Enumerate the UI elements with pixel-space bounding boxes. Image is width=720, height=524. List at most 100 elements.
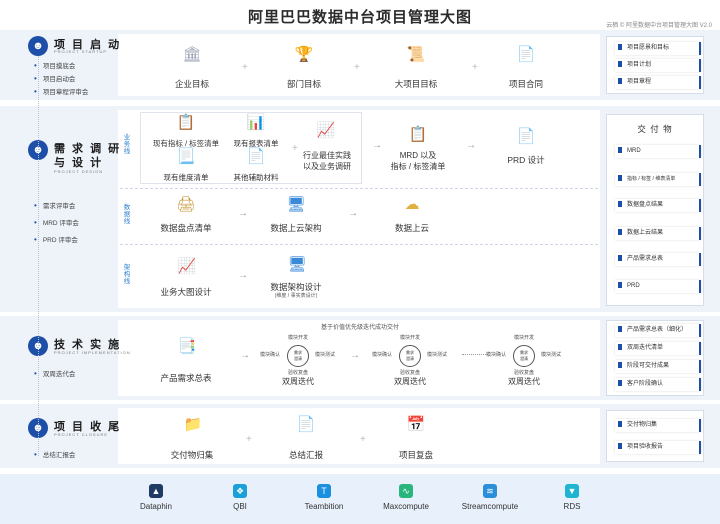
cycle-test: 模块测试 bbox=[426, 352, 447, 358]
tool-qbi: ❖ QBI bbox=[200, 484, 280, 511]
document-cursor-icon: 📄 bbox=[516, 128, 536, 145]
output-item: 客户阶段确认 bbox=[615, 378, 701, 391]
data-cloud-architecture: 数据上云架构 bbox=[270, 223, 322, 233]
tool-label: Streamcompute bbox=[461, 502, 519, 511]
output-item: 项目计划 bbox=[615, 59, 701, 72]
lane-tag-business: 业务线 bbox=[123, 134, 131, 155]
tool-maxcompute: ∿ Maxcompute bbox=[366, 484, 446, 511]
cycle-dev: 模块开发 bbox=[399, 335, 420, 341]
requirement-clarify-node: 需求 澄清 bbox=[287, 345, 309, 367]
printer-icon: 🖨 bbox=[176, 196, 196, 213]
cycle-confirm: 模块确认 bbox=[371, 352, 392, 358]
phase-impl-bullet: 双周迭代会 bbox=[34, 368, 76, 378]
bank-icon: 🏛 bbox=[182, 46, 202, 63]
cycle-dev: 模块开发 bbox=[287, 335, 308, 341]
output-item: MRD bbox=[615, 145, 701, 158]
output-item: 阶段可交付成果 bbox=[615, 360, 701, 373]
phase-design-bullet: MRD 评审会 bbox=[34, 217, 79, 227]
prd-design: PRD 设计 bbox=[507, 155, 545, 165]
phase-start-bullet: 项目章程评审会 bbox=[34, 86, 89, 96]
output-item: 项目愿景和目标 bbox=[615, 42, 701, 55]
cycle-dev: 模块开发 bbox=[513, 335, 534, 341]
project-retrospective: 项目复盘 bbox=[398, 450, 433, 460]
pie-chart-icon: 📊 bbox=[246, 114, 266, 131]
phase-design-title-2: 与 设 计 bbox=[54, 157, 104, 169]
cloud-icon: ☁ bbox=[404, 196, 420, 213]
timeline-line bbox=[38, 56, 39, 456]
summary-report: 总结汇报 bbox=[288, 450, 323, 460]
biweekly-iteration: 双周迭代 bbox=[394, 377, 426, 386]
folder-icon: 📁 bbox=[183, 416, 203, 433]
trophy-icon: 🏆 bbox=[294, 46, 314, 63]
biweekly-iteration: 双周迭代 bbox=[508, 377, 540, 386]
lane-tag-data: 数据线 bbox=[123, 204, 131, 225]
tool-label: QBI bbox=[233, 502, 247, 511]
plus-icon: + bbox=[360, 434, 366, 445]
table-icon: 📃 bbox=[176, 148, 196, 165]
phase-design-subtitle: PROJECT DESIGN bbox=[54, 169, 104, 174]
lane-divider bbox=[120, 244, 598, 245]
output-item: 双周迭代清单 bbox=[615, 342, 701, 355]
dataphin-icon: ▲ bbox=[149, 484, 163, 498]
business-map-design: 业务大图设计 bbox=[160, 287, 212, 297]
report-icon: 📋 bbox=[176, 114, 196, 131]
arrow-right-icon: → bbox=[238, 270, 248, 281]
cloud-monitor-icon: 🖥 bbox=[286, 196, 306, 213]
output-item: 交付物归集 bbox=[615, 419, 701, 432]
tool-dataphin: ▲ Dataphin bbox=[116, 484, 196, 511]
tool-label: Teambition bbox=[304, 502, 344, 511]
tool-rds: ▼ RDS bbox=[532, 484, 612, 511]
phase-close-subtitle: PROJECT CLOSURE bbox=[54, 432, 109, 437]
phase-close-outputs: 交付物归集 项目验收报告 bbox=[606, 410, 704, 462]
phase-start-subtitle: PROJECT STARTUP bbox=[54, 49, 108, 54]
requirement-clarify-node: 需求 澄清 bbox=[399, 345, 421, 367]
tool-label: RDS bbox=[563, 502, 581, 511]
phase-impl-subtitle: PROJECT IMPLEMENTATION bbox=[54, 350, 131, 355]
document-icon: 📄 bbox=[246, 148, 266, 165]
plus-icon: + bbox=[242, 62, 248, 73]
calendar-clock-icon: 📅 bbox=[406, 416, 426, 433]
product-requirements-total: 产品需求总表 bbox=[160, 373, 212, 383]
phase-start-bullet: 项目启动会 bbox=[34, 73, 76, 83]
best-practice: 行业最佳实践 以及业务调研 bbox=[303, 151, 351, 171]
cycle-test: 模块测试 bbox=[540, 352, 561, 358]
output-item: 项目章程 bbox=[615, 76, 701, 89]
qbi-icon: ❖ bbox=[233, 484, 247, 498]
people-group-icon: ☻ bbox=[28, 36, 48, 56]
tool-label: Dataphin bbox=[139, 502, 173, 511]
plus-icon: + bbox=[246, 434, 252, 445]
flow-project-contract: 项目合同 bbox=[508, 79, 543, 89]
clipboard-icon: 📋 bbox=[408, 126, 428, 143]
mrd-and-metrics: MRD 以及 指标 / 标签清单 bbox=[390, 151, 446, 171]
output-item: 产品需求总表 bbox=[615, 253, 701, 266]
cycle-confirm: 模块确认 bbox=[485, 352, 506, 358]
other-materials: 其他辅助材料 bbox=[233, 173, 279, 182]
phase-impl-outputs: 产品需求总表（细化） 双周迭代清单 阶段可交付成果 客户阶段确认 bbox=[606, 320, 704, 396]
output-item: 指标 / 标签 / 维表清单 bbox=[615, 173, 701, 186]
phase-design-bullet: PRD 评审会 bbox=[34, 234, 78, 244]
cycle-test: 模块测试 bbox=[314, 352, 335, 358]
phase-start-outputs: 项目愿景和目标 项目计划 项目章程 bbox=[606, 36, 704, 94]
tool-teambition: T Teambition bbox=[284, 484, 364, 511]
maxcompute-icon: ∿ bbox=[399, 484, 413, 498]
flow-department-goal: 部门目标 bbox=[286, 79, 321, 89]
data-inventory-list: 数据盘点清单 bbox=[160, 223, 212, 233]
phase-design-outputs: 交 付 物 MRD 指标 / 标签 / 维表清单 数据盘点结果 数据上云结果 产… bbox=[606, 114, 704, 306]
deliverables-archive: 交付物归集 bbox=[170, 450, 214, 460]
lane-tag-architecture: 架构线 bbox=[123, 264, 131, 285]
arrow-right-icon: → bbox=[466, 140, 476, 151]
tool-streamcompute: ≋ Streamcompute bbox=[450, 484, 530, 511]
arrow-right-icon: → bbox=[240, 350, 250, 361]
output-item: PRD bbox=[615, 280, 701, 293]
output-item: 项目验收报告 bbox=[615, 441, 701, 454]
contract-icon: 📄 bbox=[516, 46, 536, 63]
streamcompute-icon: ≋ bbox=[483, 484, 497, 498]
cycle-review: 验收复盘 bbox=[399, 370, 420, 376]
phase-close-bullet: 总结汇报会 bbox=[34, 449, 76, 459]
rds-icon: ▼ bbox=[565, 484, 579, 498]
certificate-icon: 📜 bbox=[406, 46, 426, 63]
output-item: 数据上云结果 bbox=[615, 227, 701, 240]
architecture-monitor-icon: 🖥 bbox=[287, 256, 307, 273]
report-document-icon: 📄 bbox=[296, 416, 316, 433]
arrow-right-icon: → bbox=[238, 208, 248, 219]
